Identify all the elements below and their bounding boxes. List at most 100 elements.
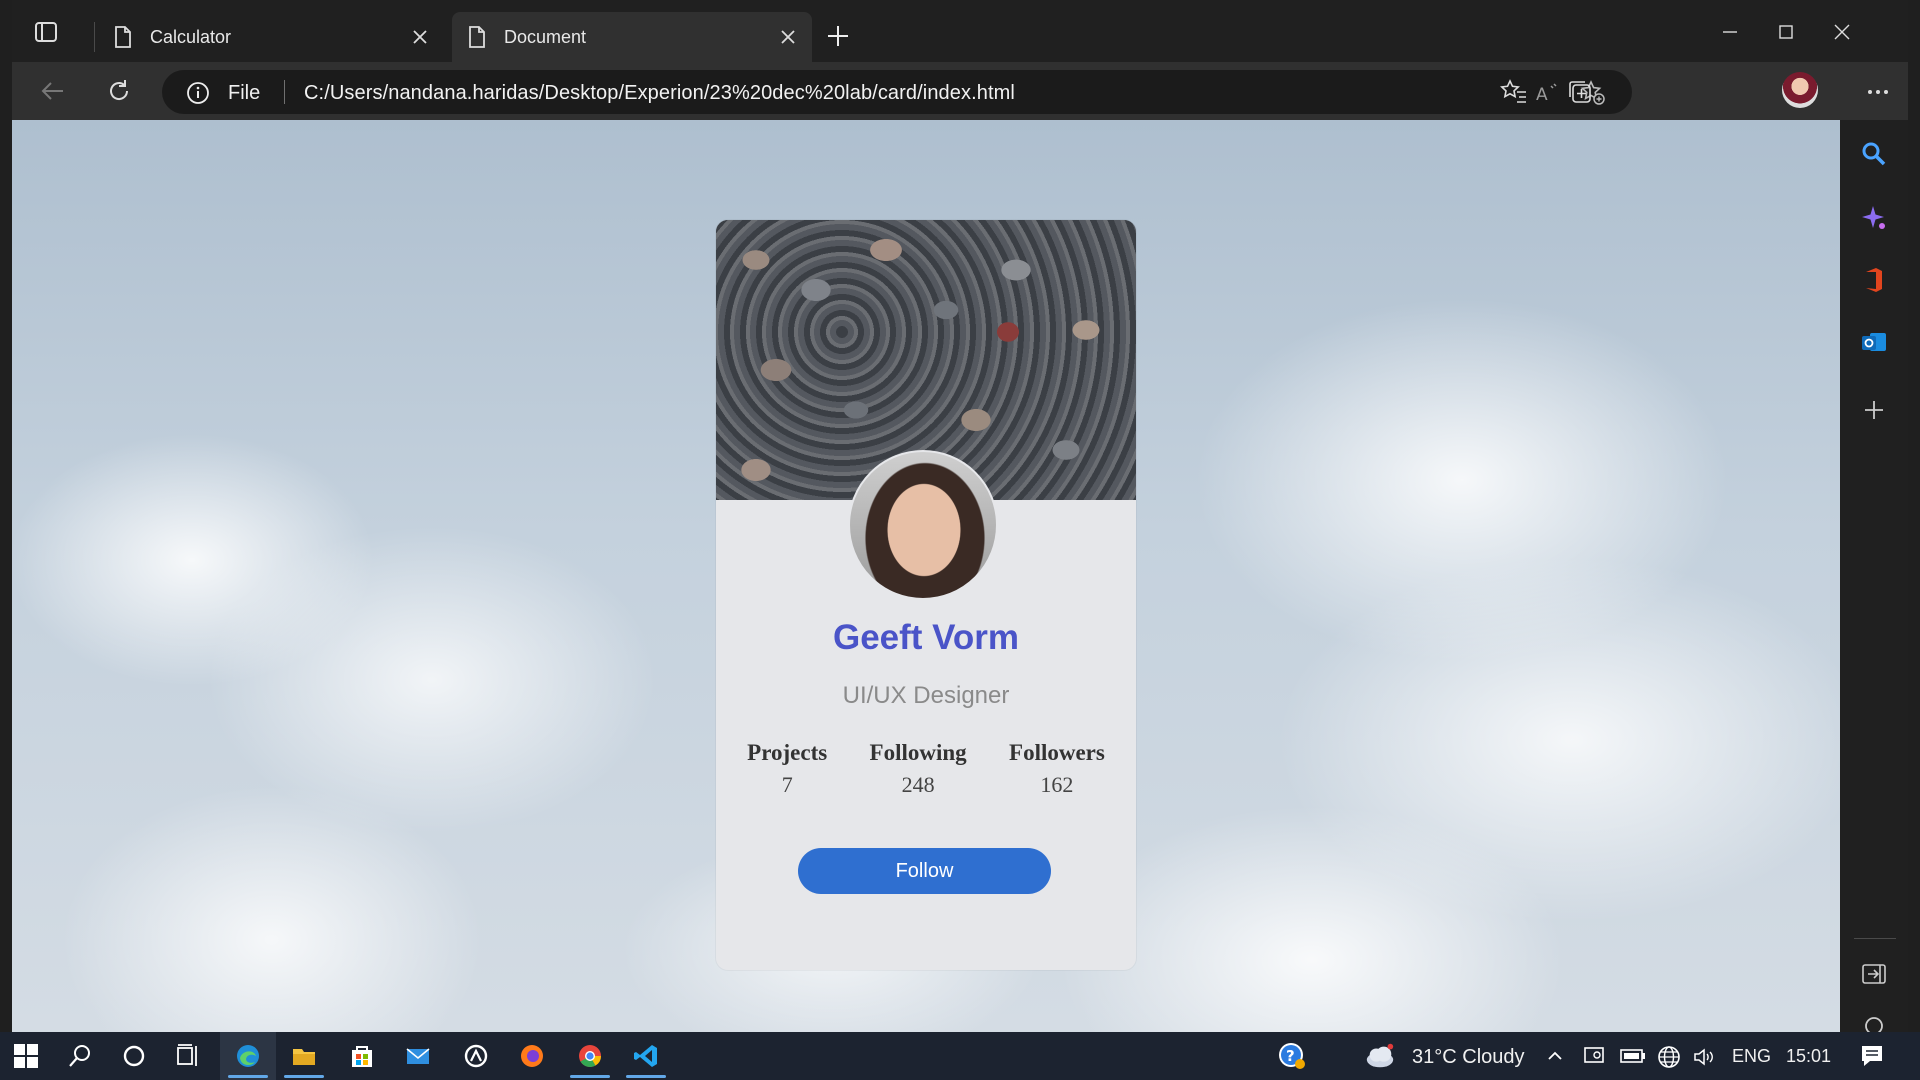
address-bar[interactable]: File C:/Users/nandana.haridas/Desktop/Ex… [162, 70, 1632, 114]
cloudy-weather-icon [1366, 1043, 1394, 1068]
maximize-button[interactable] [1768, 14, 1804, 50]
maximize-icon [1779, 25, 1793, 39]
tab-document[interactable]: Document [452, 12, 812, 62]
browser-window: Calculator Document File C:/Users/nandan… [0, 0, 1920, 1080]
tab-actions-icon[interactable] [32, 18, 60, 46]
windows-taskbar: ? 31°C Cloudy ENG 15:01 [0, 1032, 1920, 1080]
battery-icon[interactable] [1620, 1047, 1646, 1065]
document-icon [469, 26, 485, 48]
svg-text:?: ? [1286, 1047, 1295, 1065]
help-tray[interactable]: ? [1276, 1040, 1308, 1072]
tab-title: Document [504, 26, 587, 47]
task-view-icon [177, 1044, 197, 1066]
chrome-icon [579, 1045, 601, 1067]
taskbar-vscode[interactable] [630, 1040, 662, 1072]
minimize-icon [1723, 31, 1737, 33]
task-view-button[interactable] [172, 1040, 204, 1072]
close-icon [1834, 24, 1850, 40]
mail-icon [406, 1048, 430, 1064]
add-icon[interactable] [1860, 396, 1888, 424]
page-viewport: Geeft Vorm UI/UX Designer Projects 7 Fol… [12, 120, 1840, 1032]
taskbar-file-explorer[interactable] [288, 1040, 320, 1072]
more-options-icon[interactable] [1864, 78, 1892, 106]
weather-text[interactable]: 31°C Cloudy [1412, 1046, 1525, 1069]
svg-text:A: A [1536, 85, 1548, 105]
weather-tray[interactable] [1364, 1040, 1396, 1072]
tab-bar: Calculator Document [12, 0, 1908, 62]
taskbar-store[interactable] [346, 1040, 378, 1072]
back-arrow-icon [41, 82, 63, 100]
tab-calculator[interactable]: Calculator [98, 12, 444, 62]
office-icon[interactable] [1860, 266, 1888, 294]
copilot-icon[interactable] [1860, 204, 1888, 232]
edge-sidebar [1840, 120, 1908, 1032]
info-icon[interactable] [186, 81, 210, 105]
language-indicator[interactable]: ENG [1732, 1046, 1771, 1067]
follow-button[interactable]: Follow [798, 848, 1051, 894]
search-icon [69, 1045, 90, 1067]
settings-icon[interactable] [1860, 1012, 1888, 1032]
firefox-icon [521, 1045, 543, 1067]
stat-value: 7 [781, 772, 793, 797]
split-screen-icon[interactable] [1860, 960, 1888, 988]
app-icon [464, 1044, 488, 1068]
running-app-indicator [626, 1075, 666, 1078]
notification-center-tray-icon[interactable] [1582, 1044, 1606, 1068]
profile-name: Geeft Vorm [832, 618, 1020, 657]
taskbar-firefox[interactable] [516, 1040, 548, 1072]
document-icon [115, 26, 131, 48]
volume-icon[interactable] [1692, 1045, 1716, 1069]
profile-avatar[interactable] [1782, 72, 1818, 108]
start-button[interactable] [10, 1040, 42, 1072]
refresh-icon [110, 80, 129, 100]
action-center-icon[interactable] [1858, 1042, 1886, 1070]
tab-title: Calculator [150, 26, 232, 47]
stat-projects: Projects 7 [747, 740, 827, 798]
running-app-indicator [284, 1075, 324, 1078]
taskbar-search[interactable] [64, 1040, 96, 1072]
scheme-label: File [228, 82, 261, 104]
taskbar-chrome[interactable] [574, 1040, 606, 1072]
store-icon [352, 1046, 372, 1067]
start-icon [14, 1044, 38, 1068]
stat-value: 162 [1040, 772, 1074, 797]
read-aloud-icon[interactable]: A [1534, 80, 1560, 106]
network-globe-icon[interactable] [1656, 1044, 1682, 1070]
clock[interactable]: 15:01 [1786, 1046, 1831, 1067]
sidebar-separator [1854, 938, 1896, 939]
new-tab-icon[interactable] [824, 22, 852, 50]
close-window-button[interactable] [1824, 14, 1860, 50]
profile-card: Geeft Vorm UI/UX Designer Projects 7 Fol… [716, 220, 1136, 970]
browser-toolbar: File C:/Users/nandana.haridas/Desktop/Ex… [12, 62, 1908, 120]
card-avatar [848, 450, 998, 600]
file-explorer-icon [293, 1049, 315, 1065]
chevron-up-icon[interactable] [1546, 1048, 1564, 1064]
cortana-button[interactable] [118, 1040, 150, 1072]
minimize-button[interactable] [1712, 14, 1748, 50]
taskbar-app[interactable] [460, 1040, 492, 1072]
running-app-indicator [570, 1075, 610, 1078]
vscode-icon [634, 1045, 657, 1067]
close-icon[interactable] [778, 27, 798, 47]
search-icon[interactable] [1860, 140, 1888, 168]
active-app-indicator [228, 1075, 268, 1078]
edge-icon [237, 1045, 259, 1067]
profile-stats: Projects 7 Following 248 Followers 162 [716, 740, 1136, 798]
close-icon[interactable] [410, 27, 430, 47]
url-text[interactable]: C:/Users/nandana.haridas/Desktop/Experio… [304, 82, 1015, 105]
cortana-icon [123, 1045, 145, 1067]
outlook-icon[interactable] [1860, 328, 1888, 356]
collections-icon[interactable] [1566, 78, 1594, 106]
stat-value: 248 [901, 772, 935, 797]
favorites-icon[interactable] [1500, 78, 1528, 106]
tab-separator [94, 22, 95, 52]
stat-label: Following [869, 740, 967, 765]
taskbar-edge[interactable] [232, 1040, 264, 1072]
address-divider [284, 80, 285, 104]
taskbar-mail[interactable] [402, 1040, 434, 1072]
back-button[interactable] [36, 74, 70, 108]
stat-followers: Followers 162 [1009, 740, 1105, 798]
stat-label: Followers [1009, 740, 1105, 765]
refresh-button[interactable] [102, 74, 136, 108]
stat-following: Following 248 [870, 740, 967, 798]
